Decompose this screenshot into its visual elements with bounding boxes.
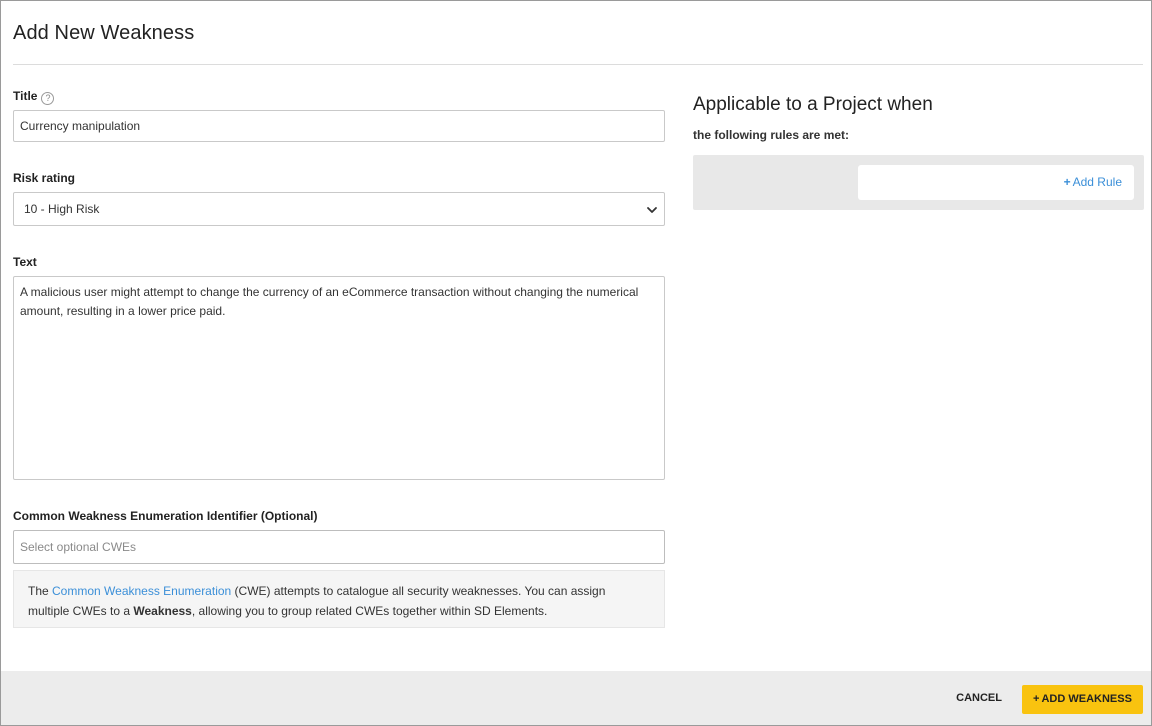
title-input[interactable]: Currency manipulation (13, 110, 665, 142)
text-label: Text (13, 255, 37, 269)
plus-icon: + (1033, 693, 1040, 705)
cancel-button[interactable]: CANCEL (956, 692, 1002, 704)
plus-icon: + (1063, 175, 1071, 189)
dialog-title: Add New Weakness (13, 22, 195, 44)
rules-subtitle: the following rules are met: (693, 128, 850, 142)
cwe-select-input[interactable]: Select optional CWEs (13, 530, 665, 564)
add-rule-button[interactable]: + Add Rule (1064, 175, 1122, 189)
chevron-down-icon (647, 207, 657, 213)
title-label: Title? (13, 89, 55, 105)
dialog-footer: CANCEL + ADD WEAKNESS (1, 671, 1151, 725)
add-weakness-button[interactable]: + ADD WEAKNESS (1022, 685, 1143, 714)
dialog-header: Add New Weakness (13, 1, 1143, 65)
cwe-label: Common Weakness Enumeration Identifier (… (13, 509, 318, 523)
help-icon[interactable]: ? (41, 92, 55, 105)
risk-rating-value: 10 - High Risk (24, 202, 100, 216)
cwe-info-box: The Common Weakness Enumeration (CWE) at… (13, 570, 665, 628)
text-textarea[interactable]: A malicious user might attempt to change… (13, 276, 665, 480)
rules-heading: Applicable to a Project when (693, 94, 933, 115)
add-weakness-dialog: Add New Weakness Title? Currency manipul… (0, 0, 1152, 726)
cwe-link[interactable]: Common Weakness Enumeration (52, 584, 231, 598)
add-rule-container: + Add Rule (858, 165, 1134, 200)
risk-rating-select[interactable]: 10 - High Risk (13, 192, 665, 226)
weakness-bold: Weakness (133, 604, 192, 618)
rules-panel: + Add Rule (693, 155, 1144, 210)
risk-rating-label: Risk rating (13, 171, 76, 185)
